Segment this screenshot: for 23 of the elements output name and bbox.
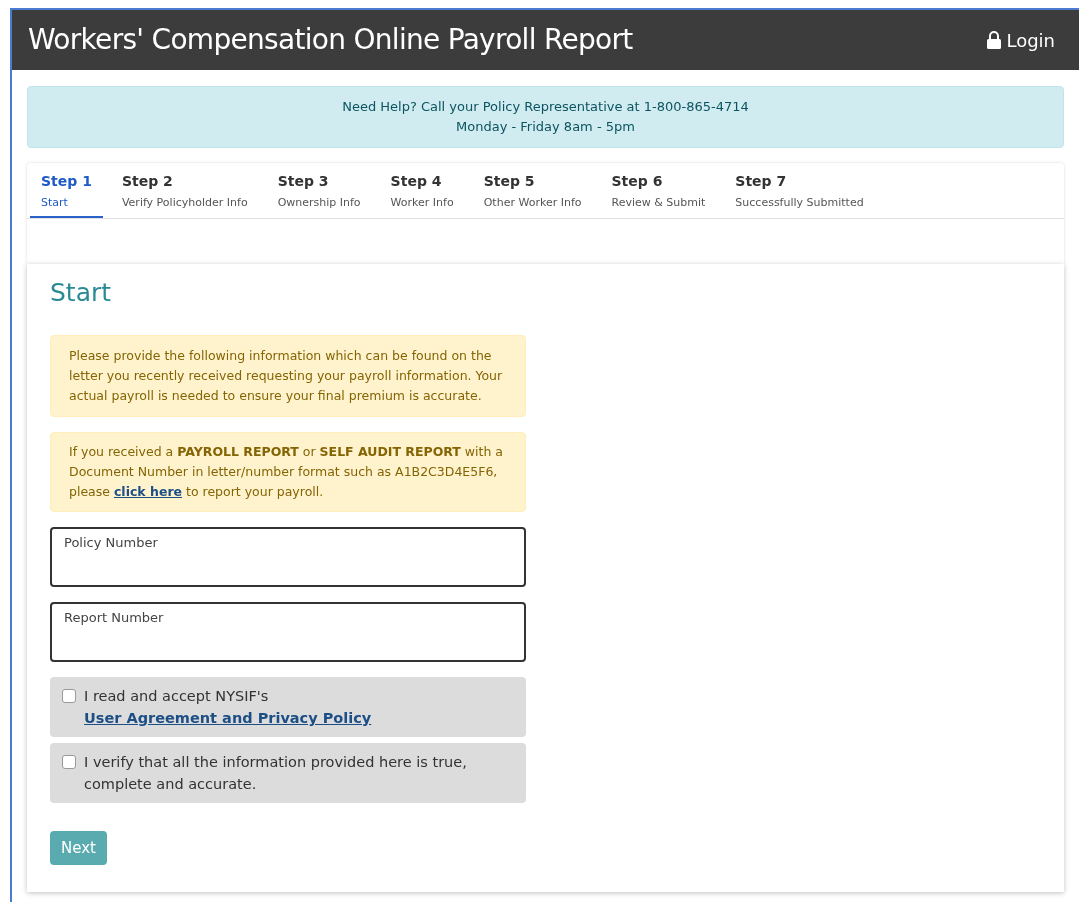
step-tab[interactable]: Step 7 Successfully Submitted (724, 163, 875, 218)
section-title: Start (50, 276, 113, 309)
step-tab[interactable]: Step 1 Start (30, 163, 103, 218)
report-link[interactable]: click here (113, 484, 183, 499)
step-tab[interactable]: Step 4 Worker Info (379, 163, 465, 218)
step-tab[interactable]: Step 6 Review & Submit (600, 163, 717, 218)
help-text: Need Help? Call your Policy Representative at 1-800-865-4714 (342, 98, 749, 116)
step-tab[interactable]: Step 3 Ownership Info (266, 163, 372, 218)
step-tab[interactable]: Step 5 Other Worker Info (472, 163, 593, 218)
help-hours: Monday - Friday 8am - 5pm (456, 118, 635, 136)
login-link[interactable]: Login (986, 26, 1063, 54)
checkbox-label: I verify that all the information provided here is true, complete and accurate. (84, 753, 468, 794)
lock-icon (986, 31, 1003, 49)
checkbox-label: I read and accept NYSIF's User Agreement and Privacy Policy (84, 687, 373, 728)
text-field[interactable]: Report Number (50, 602, 526, 662)
agreement-link[interactable]: User Agreement and Privacy Policy (84, 710, 372, 726)
text-field[interactable]: Policy Number (50, 527, 526, 587)
notice-text: Please provide the following information which can be found on the letter you recently received requesting your payroll information. Your actual payroll is needed to ensure your final premium is accurate. (69, 347, 504, 405)
step-tab[interactable]: Step 2 Verify Policyholder Info (110, 163, 259, 218)
notice-text: If you received a PAYROLL REPORT or SELF AUDIT REPORT with a Document Number in letter/number format such as A1B2C3D4E5F6, please click here to report your payroll. (69, 443, 505, 501)
checkbox[interactable] (62, 689, 76, 703)
page-title: Workers' Compensation Online Payroll Report (28, 22, 633, 58)
checkbox[interactable] (62, 755, 76, 769)
